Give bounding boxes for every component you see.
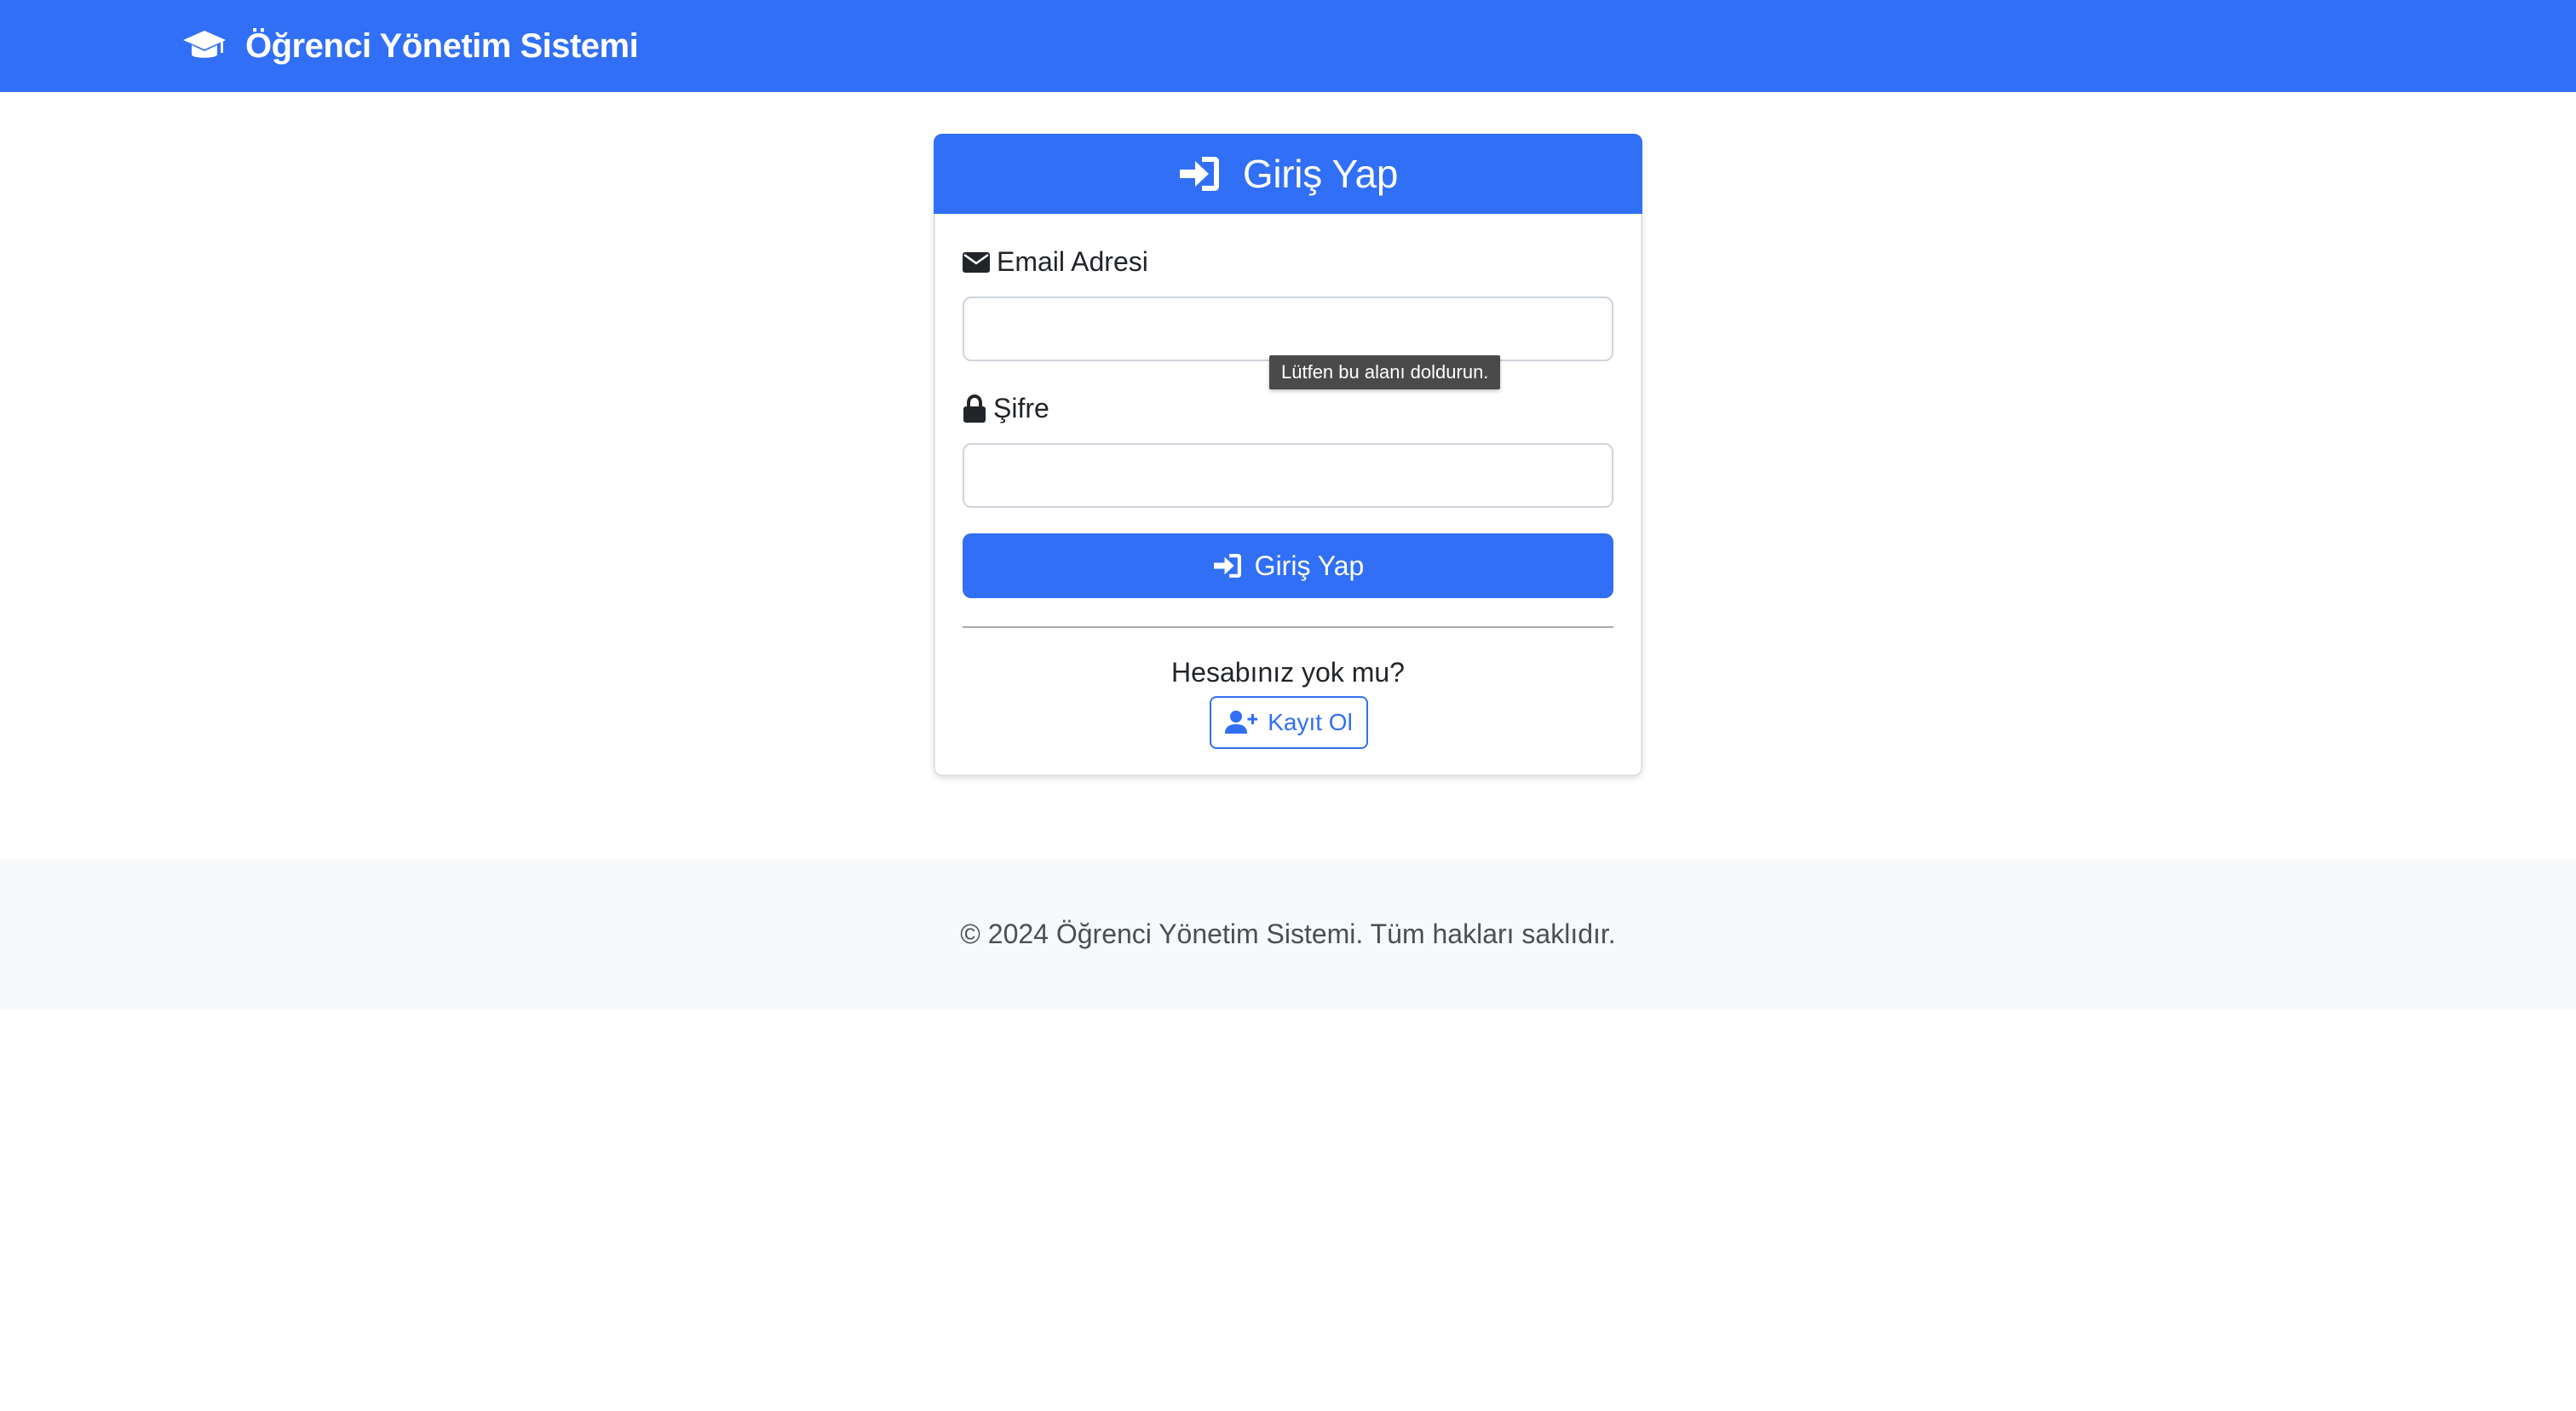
navbar-brand[interactable]: Öğrenci Yönetim Sistemi xyxy=(182,22,639,70)
footer-copyright: © 2024 Öğrenci Yönetim Sistemi. Tüm hakl… xyxy=(960,918,1616,949)
footer: © 2024 Öğrenci Yönetim Sistemi. Tüm hakl… xyxy=(0,859,2576,1009)
user-plus-icon xyxy=(1225,711,1258,734)
login-card-header: Giriş Yap xyxy=(934,134,1642,214)
password-label-text: Şifre xyxy=(993,393,1049,423)
login-button-label: Giriş Yap xyxy=(1254,550,1365,581)
password-label: Şifre xyxy=(963,393,1049,424)
login-card: Giriş Yap Email Adresi Lütfen bu alanı d… xyxy=(934,134,1642,776)
graduation-cap-icon xyxy=(183,31,226,58)
email-label: Email Adresi xyxy=(963,246,1148,278)
login-title: Giriş Yap xyxy=(1242,152,1399,196)
sign-in-icon xyxy=(1179,157,1219,191)
email-input[interactable] xyxy=(963,297,1613,361)
brand-title: Öğrenci Yönetim Sistemi xyxy=(245,26,639,65)
register-button[interactable]: Kayıt Ol xyxy=(1210,696,1368,749)
password-input[interactable] xyxy=(963,443,1613,508)
email-label-text: Email Adresi xyxy=(997,246,1148,277)
sign-in-icon xyxy=(1213,554,1241,578)
no-account-text: Hesabınız yok mu? xyxy=(1171,657,1405,688)
login-button[interactable]: Giriş Yap xyxy=(963,533,1613,598)
lock-icon xyxy=(963,394,986,423)
navbar: Öğrenci Yönetim Sistemi xyxy=(0,0,2576,92)
validation-tooltip: Lütfen bu alanı doldurun. xyxy=(1269,355,1501,389)
divider xyxy=(963,626,1613,628)
register-button-label: Kayıt Ol xyxy=(1268,709,1353,735)
envelope-icon xyxy=(963,251,990,273)
